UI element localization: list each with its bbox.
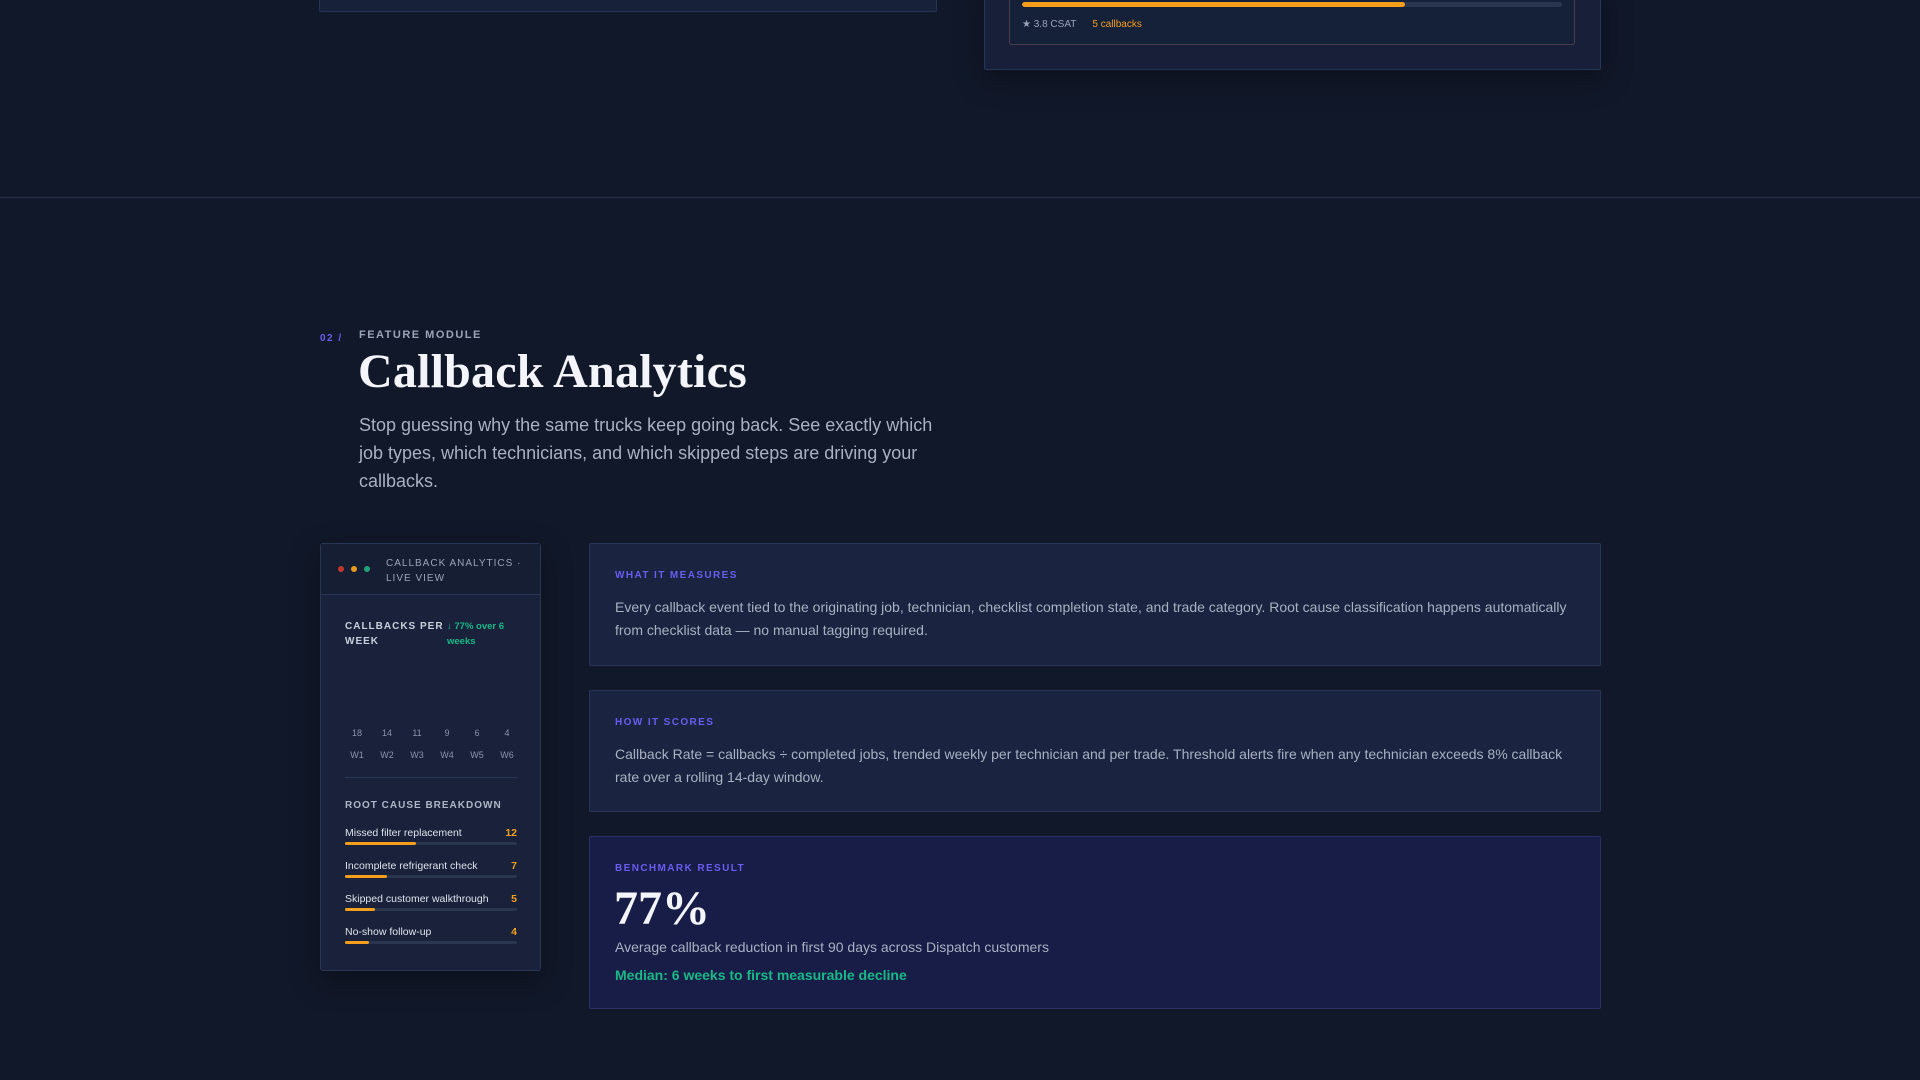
root-cause-name: Incomplete refrigerant check <box>345 860 478 872</box>
panel-divider <box>345 777 517 778</box>
technician-meta: ★ 3.8 CSAT 5 callbacks <box>1022 19 1142 30</box>
previous-card-technician: ★ 3.8 CSAT 5 callbacks <box>984 0 1601 70</box>
bar-category-label: W1 <box>350 750 364 760</box>
bar-value-label: 4 <box>504 728 510 738</box>
card-label: HOW IT SCORES <box>615 717 715 728</box>
root-cause-label: ROOT CAUSE BREAKDOWN <box>345 800 502 811</box>
root-cause-name: No-show follow-up <box>345 926 432 938</box>
bar-value-label: 11 <box>412 728 422 738</box>
card-label: BENCHMARK RESULT <box>615 863 745 874</box>
bar-value-label: 6 <box>474 728 480 738</box>
panel-header: CALLBACK ANALYTICS · LIVE VIEW <box>321 544 540 595</box>
root-cause-name: Missed filter replacement <box>345 827 462 839</box>
card-label: WHAT IT MEASURES <box>615 570 738 581</box>
root-cause-item: Missed filter replacement 12 <box>345 827 517 860</box>
root-cause-list: Missed filter replacement 12 Incomplete re… <box>345 827 517 959</box>
callback-analytics-panel: CALLBACK ANALYTICS · LIVE VIEW CALLBACKS… <box>320 543 541 971</box>
bar-value-label: 18 <box>351 728 362 738</box>
root-cause-bar-track <box>345 842 517 845</box>
panel-title: CALLBACK ANALYTICS · LIVE VIEW <box>386 558 522 584</box>
root-cause-item: Incomplete refrigerant check 7 <box>345 860 517 893</box>
section-eyebrow: FEATURE MODULE <box>359 329 482 341</box>
root-cause-bar-track <box>345 875 517 878</box>
root-cause-count: 7 <box>511 860 517 872</box>
benchmark-median: Median: 6 weeks to first measurable decl… <box>615 967 907 983</box>
technician-row: ★ 3.8 CSAT 5 callbacks <box>1009 0 1575 45</box>
window-maximize-dot <box>364 566 370 572</box>
root-cause-bar-fill <box>345 842 417 845</box>
window-close-dot <box>338 566 344 572</box>
root-cause-count: 5 <box>511 893 517 905</box>
page-title: Callback Analytics <box>358 345 747 398</box>
bar-category-label: W5 <box>470 750 484 760</box>
section-subtitle: Stop guessing why the same trucks keep g… <box>359 415 933 491</box>
card-what-it-measures: WHAT IT MEASURES Every callback event ti… <box>589 543 1601 666</box>
bar-category-label: W6 <box>500 750 514 760</box>
card-body: Callback Rate = callbacks ÷ completed jo… <box>615 746 1563 785</box>
root-cause-count: 4 <box>511 926 517 938</box>
root-cause-bar-track <box>345 941 517 944</box>
bar-value-label: 9 <box>444 728 450 738</box>
benchmark-stat: 77% <box>614 882 710 935</box>
technician-progress-fill <box>1022 2 1406 7</box>
benchmark-description: Average callback reduction in first 90 d… <box>615 939 1049 955</box>
bar-category-label: W3 <box>410 750 424 760</box>
root-cause-bar-fill <box>345 908 375 911</box>
root-cause-item: Skipped customer walkthrough 5 <box>345 893 517 926</box>
root-cause-bar-fill <box>345 875 387 878</box>
card-body: Every callback event tied to the origina… <box>615 599 1567 638</box>
csat-score: ★ 3.8 CSAT <box>1022 19 1077 30</box>
card-how-it-scores: HOW IT SCORES Callback Rate = callbacks … <box>589 690 1601 812</box>
callback-count: 5 callbacks <box>1092 19 1142 30</box>
bar-value-label: 14 <box>381 728 392 738</box>
previous-card <box>319 0 937 12</box>
window-minimize-dot <box>351 566 357 572</box>
card-benchmark-result: BENCHMARK RESULT 77% Average callback re… <box>589 836 1601 1009</box>
trend-badge: ↓ 77% over 6 weeks <box>447 621 505 647</box>
technician-progress-track <box>1022 2 1562 7</box>
root-cause-item: No-show follow-up 4 <box>345 926 517 959</box>
bar-category-label: W4 <box>440 750 454 760</box>
root-cause-bar-track <box>345 908 517 911</box>
section-number: 02 / <box>320 333 343 344</box>
root-cause-count: 12 <box>505 827 517 839</box>
section-divider <box>0 197 1920 198</box>
chart-label: CALLBACKS PER WEEK <box>345 621 444 647</box>
root-cause-bar-fill <box>345 941 369 944</box>
root-cause-name: Skipped customer walkthrough <box>345 893 489 905</box>
bar-category-label: W2 <box>380 750 394 760</box>
callbacks-bar-chart: 18 W1 14 W2 11 W3 9 W4 6 W5 4 W6 <box>345 664 519 760</box>
